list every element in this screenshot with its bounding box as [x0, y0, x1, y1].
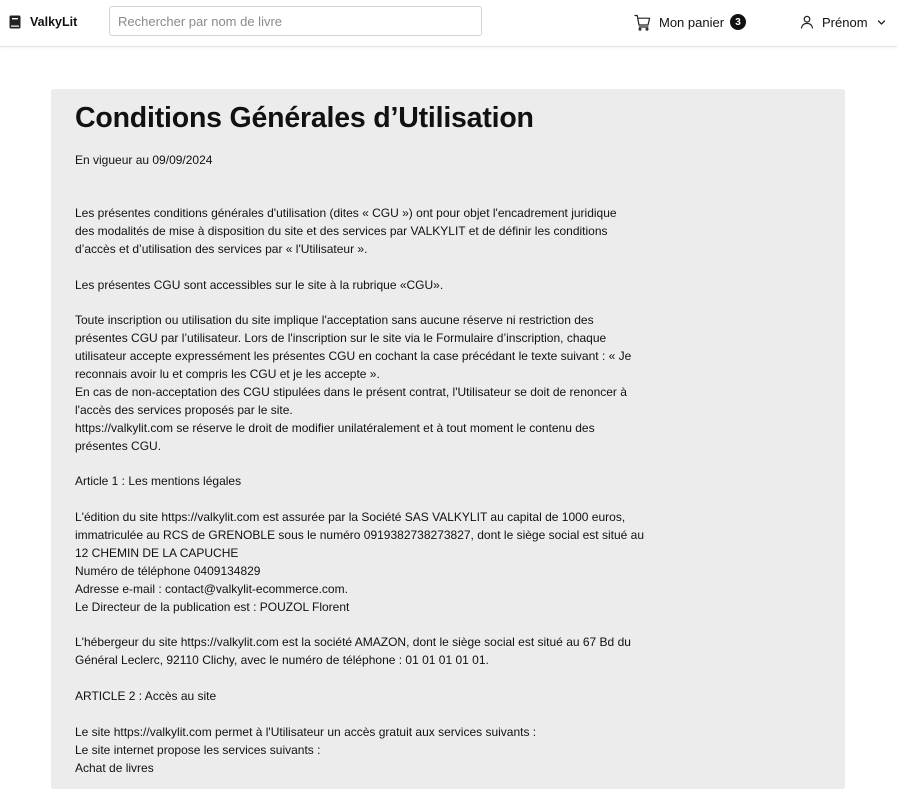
terms-line: Les présentes CGU sont accessibles sur l…	[75, 277, 444, 292]
brand-name: ValkyLit	[30, 15, 78, 29]
terms-line: Général Leclerc, 92110 Clichy, avec le n…	[75, 653, 489, 668]
terms-line: ARTICLE 2 : Accès au site	[75, 689, 217, 704]
terms-line: utilisateur accepte expressément les pré…	[75, 349, 632, 364]
cart-count-badge: 3	[730, 14, 747, 30]
navbar: ValkyLit Mon panier 3 Prénom	[0, 0, 897, 47]
terms-line: Article 1 : Les mentions légales	[75, 474, 242, 489]
terms-line: Le site https://valkylit.com permet à l'…	[75, 724, 537, 739]
terms-line: Adresse e-mail : contact@valkylit-ecomme…	[75, 581, 348, 596]
user-name: Prénom	[822, 14, 868, 30]
terms-card: Conditions Générales d’Utilisation En vi…	[51, 89, 845, 789]
terms-line: présentes CGU.	[75, 438, 162, 453]
cart-label: Mon panier	[659, 14, 725, 30]
user-icon	[800, 15, 814, 29]
chevron-down-icon	[877, 19, 885, 25]
terms-line: https://valkylit.com se réserve le droit…	[75, 420, 595, 435]
terms-line: L'hébergeur du site https://valkylit.com…	[75, 635, 631, 650]
terms-line: Achat de livres	[75, 760, 154, 775]
terms-line: Le site internet propose les services su…	[75, 742, 321, 757]
terms-line: Les présentes conditions générales d'uti…	[75, 206, 617, 220]
terms-line: Toute inscription ou utilisation du site…	[75, 313, 594, 328]
page-title: Conditions Générales d’Utilisation	[75, 102, 534, 134]
user-menu-button[interactable]: Prénom	[800, 12, 886, 32]
terms-line: l'accès des services proposés par le sit…	[75, 402, 293, 417]
terms-line: En cas de non-acceptation des CGU stipul…	[75, 384, 627, 399]
brand-logo[interactable]: ValkyLit	[9, 13, 77, 31]
terms-line: immatriculée au RCS de GRENOBLE sous le …	[75, 528, 644, 543]
terms-line: présentes CGU par l’utilisateur. Lors de…	[75, 331, 607, 346]
cart-icon	[634, 14, 651, 31]
cart-button[interactable]: Mon panier 3	[634, 12, 747, 32]
terms-line: des modalités de mise à disposition du s…	[75, 223, 608, 238]
terms-line: 12 CHEMIN DE LA CAPUCHE	[75, 545, 239, 560]
terms-line: Le Directeur de la publication est : POU…	[75, 599, 350, 614]
terms-body: Les présentes conditions générales d'uti…	[75, 205, 680, 778]
search-input[interactable]	[109, 6, 482, 36]
effective-date: En vigueur au 09/09/2024	[75, 153, 213, 167]
terms-line: Numéro de téléphone 0409134829	[75, 563, 261, 578]
terms-line: reconnais avoir lu et compris les CGU et…	[75, 367, 380, 382]
terms-line: d’accès et d’utilisation des services pa…	[75, 241, 368, 256]
terms-line: L'édition du site https://valkylit.com e…	[75, 510, 626, 525]
book-icon	[9, 15, 21, 29]
